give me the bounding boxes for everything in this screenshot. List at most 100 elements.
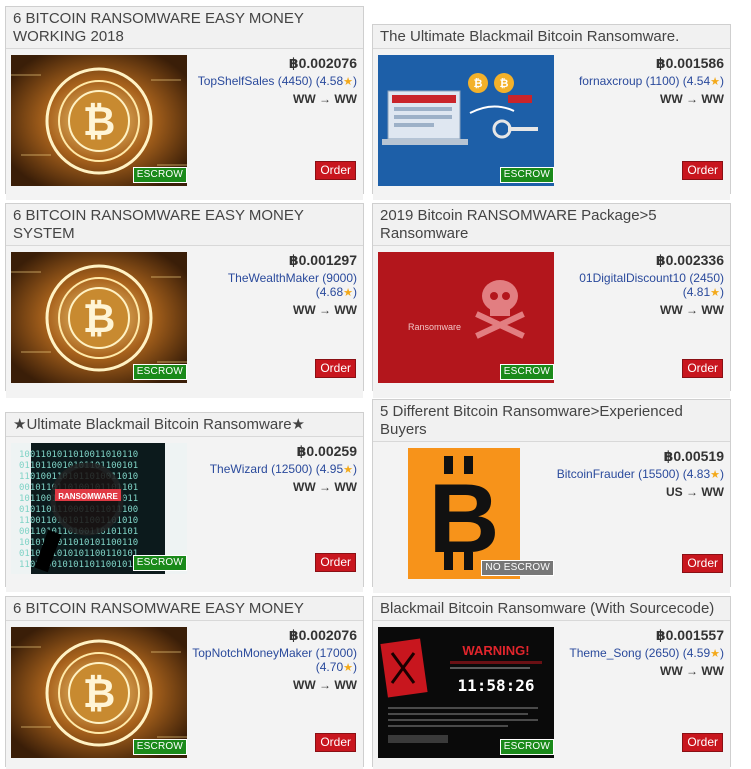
listing-card: 2019 Bitcoin RANSOMWARE Package>5 Ransom… [372, 203, 731, 398]
seller-rating-close[interactable]: ) [720, 646, 724, 660]
seller-link[interactable]: TheWizard (12500) (4.95★) [185, 462, 357, 477]
listing-info: ฿0.002336 01DigitalDiscount10 (2450) (4.… [552, 252, 724, 317]
seller-rating-close[interactable]: ) [720, 74, 724, 88]
order-button[interactable]: Order [315, 161, 356, 180]
order-button[interactable]: Order [315, 359, 356, 378]
svg-text:1001101011010011010110: 1001101011010011010110 [19, 450, 138, 460]
seller-rating-close[interactable]: ) [720, 285, 724, 299]
svg-text:₿: ₿ [83, 297, 116, 341]
seller-rating-close[interactable]: ) [353, 462, 357, 476]
seller-name-rating[interactable]: Theme_Song (2650) (4.59 [569, 646, 710, 660]
seller-link[interactable]: TopShelfSales (4450) (4.58★) [185, 74, 357, 89]
shipping-route: WW → WW [660, 92, 724, 106]
order-button[interactable]: Order [682, 733, 723, 752]
listing-info: ฿0.001297 TheWealthMaker (9000) (4.68★) … [185, 252, 357, 317]
listing-body: Ransomware ESCROW ฿0.002336 01DigitalDis… [373, 246, 730, 398]
listing-body: B NO ESCROW ฿0.00519 BitcoinFrauder (155… [373, 442, 730, 593]
listing-image-bitcoin-gold-coin[interactable]: ₿ ESCROW [11, 55, 187, 186]
seller-name-rating[interactable]: fornaxcroup (1100) (4.54 [579, 74, 710, 88]
listing-image-bitcoin-gold-coin[interactable]: ₿ ESCROW [11, 252, 187, 383]
seller-link[interactable]: Theme_Song (2650) (4.59★) [552, 646, 724, 661]
seller-name-rating[interactable]: TheWizard (12500) (4.95 [210, 462, 343, 476]
svg-text:₿: ₿ [83, 100, 116, 144]
listing-image-bitcoin-orange-logo[interactable]: B NO ESCROW [378, 448, 554, 579]
shipping-route: WW → WW [293, 92, 357, 106]
seller-name-rating[interactable]: TheWealthMaker (9000) (4.68 [228, 271, 357, 299]
seller-name-rating[interactable]: TopShelfSales (4450) (4.58 [198, 74, 343, 88]
order-button[interactable]: Order [682, 161, 723, 180]
shipping-route: WW → WW [293, 678, 357, 692]
listing-info: ฿0.00259 TheWizard (12500) (4.95★) WW → … [185, 443, 357, 494]
star-icon: ★ [343, 287, 353, 299]
listing-info: ฿0.002076 TopNotchMoneyMaker (17000) (4.… [185, 627, 357, 692]
seller-rating-close[interactable]: ) [720, 467, 724, 481]
order-button[interactable]: Order [315, 553, 356, 572]
seller-name-rating[interactable]: TopNotchMoneyMaker (17000) (4.70 [192, 646, 357, 674]
seller-name-rating[interactable]: 01DigitalDiscount10 (2450) (4.81 [579, 271, 724, 299]
shipping-route: WW → WW [660, 303, 724, 317]
listing-title[interactable]: 6 BITCOIN RANSOMWARE EASY MONEY WORKING … [6, 7, 363, 49]
listing-image-bitcoin-gold-coin[interactable]: ₿ ESCROW [11, 627, 187, 758]
seller-link[interactable]: TopNotchMoneyMaker (17000) (4.70★) [185, 646, 357, 675]
listing-image-laptop-ransomware[interactable]: ₿ ₿ ESCROW [378, 55, 554, 186]
shipping-route: WW → WW [660, 664, 724, 678]
seller-name-rating[interactable]: BitcoinFrauder (15500) (4.83 [557, 467, 710, 481]
svg-text:Ransomware: Ransomware [408, 322, 461, 332]
listing-price: ฿0.002076 [288, 627, 357, 643]
shipping-route: WW → WW [293, 303, 357, 317]
escrow-badge: ESCROW [499, 167, 554, 183]
listing-price: ฿0.002336 [655, 252, 724, 268]
listing-title[interactable]: The Ultimate Blackmail Bitcoin Ransomwar… [373, 25, 730, 49]
svg-text:₿: ₿ [474, 78, 483, 90]
star-icon: ★ [710, 287, 720, 299]
svg-text:₿: ₿ [83, 672, 116, 716]
listing-price: ฿0.001557 [655, 627, 724, 643]
listing-image-skull-ransomware[interactable]: Ransomware ESCROW [378, 252, 554, 383]
escrow-badge: NO ESCROW [481, 560, 554, 576]
listing-body: ₿ ₿ ESCROW ฿0.001586 fornaxcroup (1100) … [373, 49, 730, 200]
listing-image-warning-countdown[interactable]: WARNING! 11:58:26 ESCROW [378, 627, 554, 758]
listing-title[interactable]: 6 BITCOIN RANSOMWARE EASY MONEY [6, 597, 363, 621]
listing-info: ฿0.002076 TopShelfSales (4450) (4.58★) W… [185, 55, 357, 106]
listing-price: ฿0.00519 [663, 448, 724, 464]
listing-card: 6 BITCOIN RANSOMWARE EASY MONEY ₿ ESCROW… [5, 596, 364, 769]
star-icon: ★ [343, 464, 353, 476]
order-button[interactable]: Order [682, 554, 723, 573]
listing-price: ฿0.002076 [288, 55, 357, 71]
listing-title[interactable]: 2019 Bitcoin RANSOMWARE Package>5 Ransom… [373, 204, 730, 246]
listing-price: ฿0.001297 [288, 252, 357, 268]
listing-title[interactable]: 6 BITCOIN RANSOMWARE EASY MONEY SYSTEM [6, 204, 363, 246]
star-icon: ★ [343, 76, 353, 88]
seller-rating-close[interactable]: ) [353, 285, 357, 299]
listing-body: ₿ ESCROW ฿0.002076 TopShelfSales (4450) … [6, 49, 363, 200]
escrow-badge: ESCROW [499, 364, 554, 380]
listing-title[interactable]: 5 Different Bitcoin Ransomware>Experienc… [373, 400, 730, 442]
listing-body: WARNING! 11:58:26 ESCROW ฿0.001557 Theme… [373, 621, 730, 769]
listing-title[interactable]: Blackmail Bitcoin Ransomware (With Sourc… [373, 597, 730, 621]
listing-card: 5 Different Bitcoin Ransomware>Experienc… [372, 399, 731, 593]
listing-card: Blackmail Bitcoin Ransomware (With Sourc… [372, 596, 731, 769]
listing-card: The Ultimate Blackmail Bitcoin Ransomwar… [372, 24, 731, 200]
seller-rating-close[interactable]: ) [353, 74, 357, 88]
listing-card: ★Ultimate Blackmail Bitcoin Ransomware★ … [5, 412, 364, 592]
seller-link[interactable]: TheWealthMaker (9000) (4.68★) [185, 271, 357, 300]
svg-text:0110011010101100110101: 0110011010101100110101 [19, 549, 138, 559]
seller-link[interactable]: BitcoinFrauder (15500) (4.83★) [552, 467, 724, 482]
order-button[interactable]: Order [315, 733, 356, 752]
seller-link[interactable]: fornaxcroup (1100) (4.54★) [552, 74, 724, 89]
listing-info: ฿0.00519 BitcoinFrauder (15500) (4.83★) … [552, 448, 724, 499]
listing-body: 1001101011010011010110011011001010110110… [6, 437, 363, 592]
listing-info: ฿0.001586 fornaxcroup (1100) (4.54★) WW … [552, 55, 724, 106]
star-icon: ★ [710, 76, 720, 88]
order-button[interactable]: Order [682, 359, 723, 378]
seller-rating-close[interactable]: ) [353, 660, 357, 674]
star-icon: ★ [710, 469, 720, 481]
listing-image-binary-magnifier[interactable]: 1001101011010011010110011011001010110110… [11, 443, 187, 574]
escrow-badge: ESCROW [132, 364, 187, 380]
svg-text:11:58:26: 11:58:26 [457, 676, 534, 695]
seller-link[interactable]: 01DigitalDiscount10 (2450) (4.81★) [552, 271, 724, 300]
escrow-badge: ESCROW [499, 739, 554, 755]
svg-text:RANSOMWARE: RANSOMWARE [58, 492, 118, 501]
star-icon: ★ [343, 662, 353, 674]
listing-title[interactable]: ★Ultimate Blackmail Bitcoin Ransomware★ [6, 413, 363, 437]
